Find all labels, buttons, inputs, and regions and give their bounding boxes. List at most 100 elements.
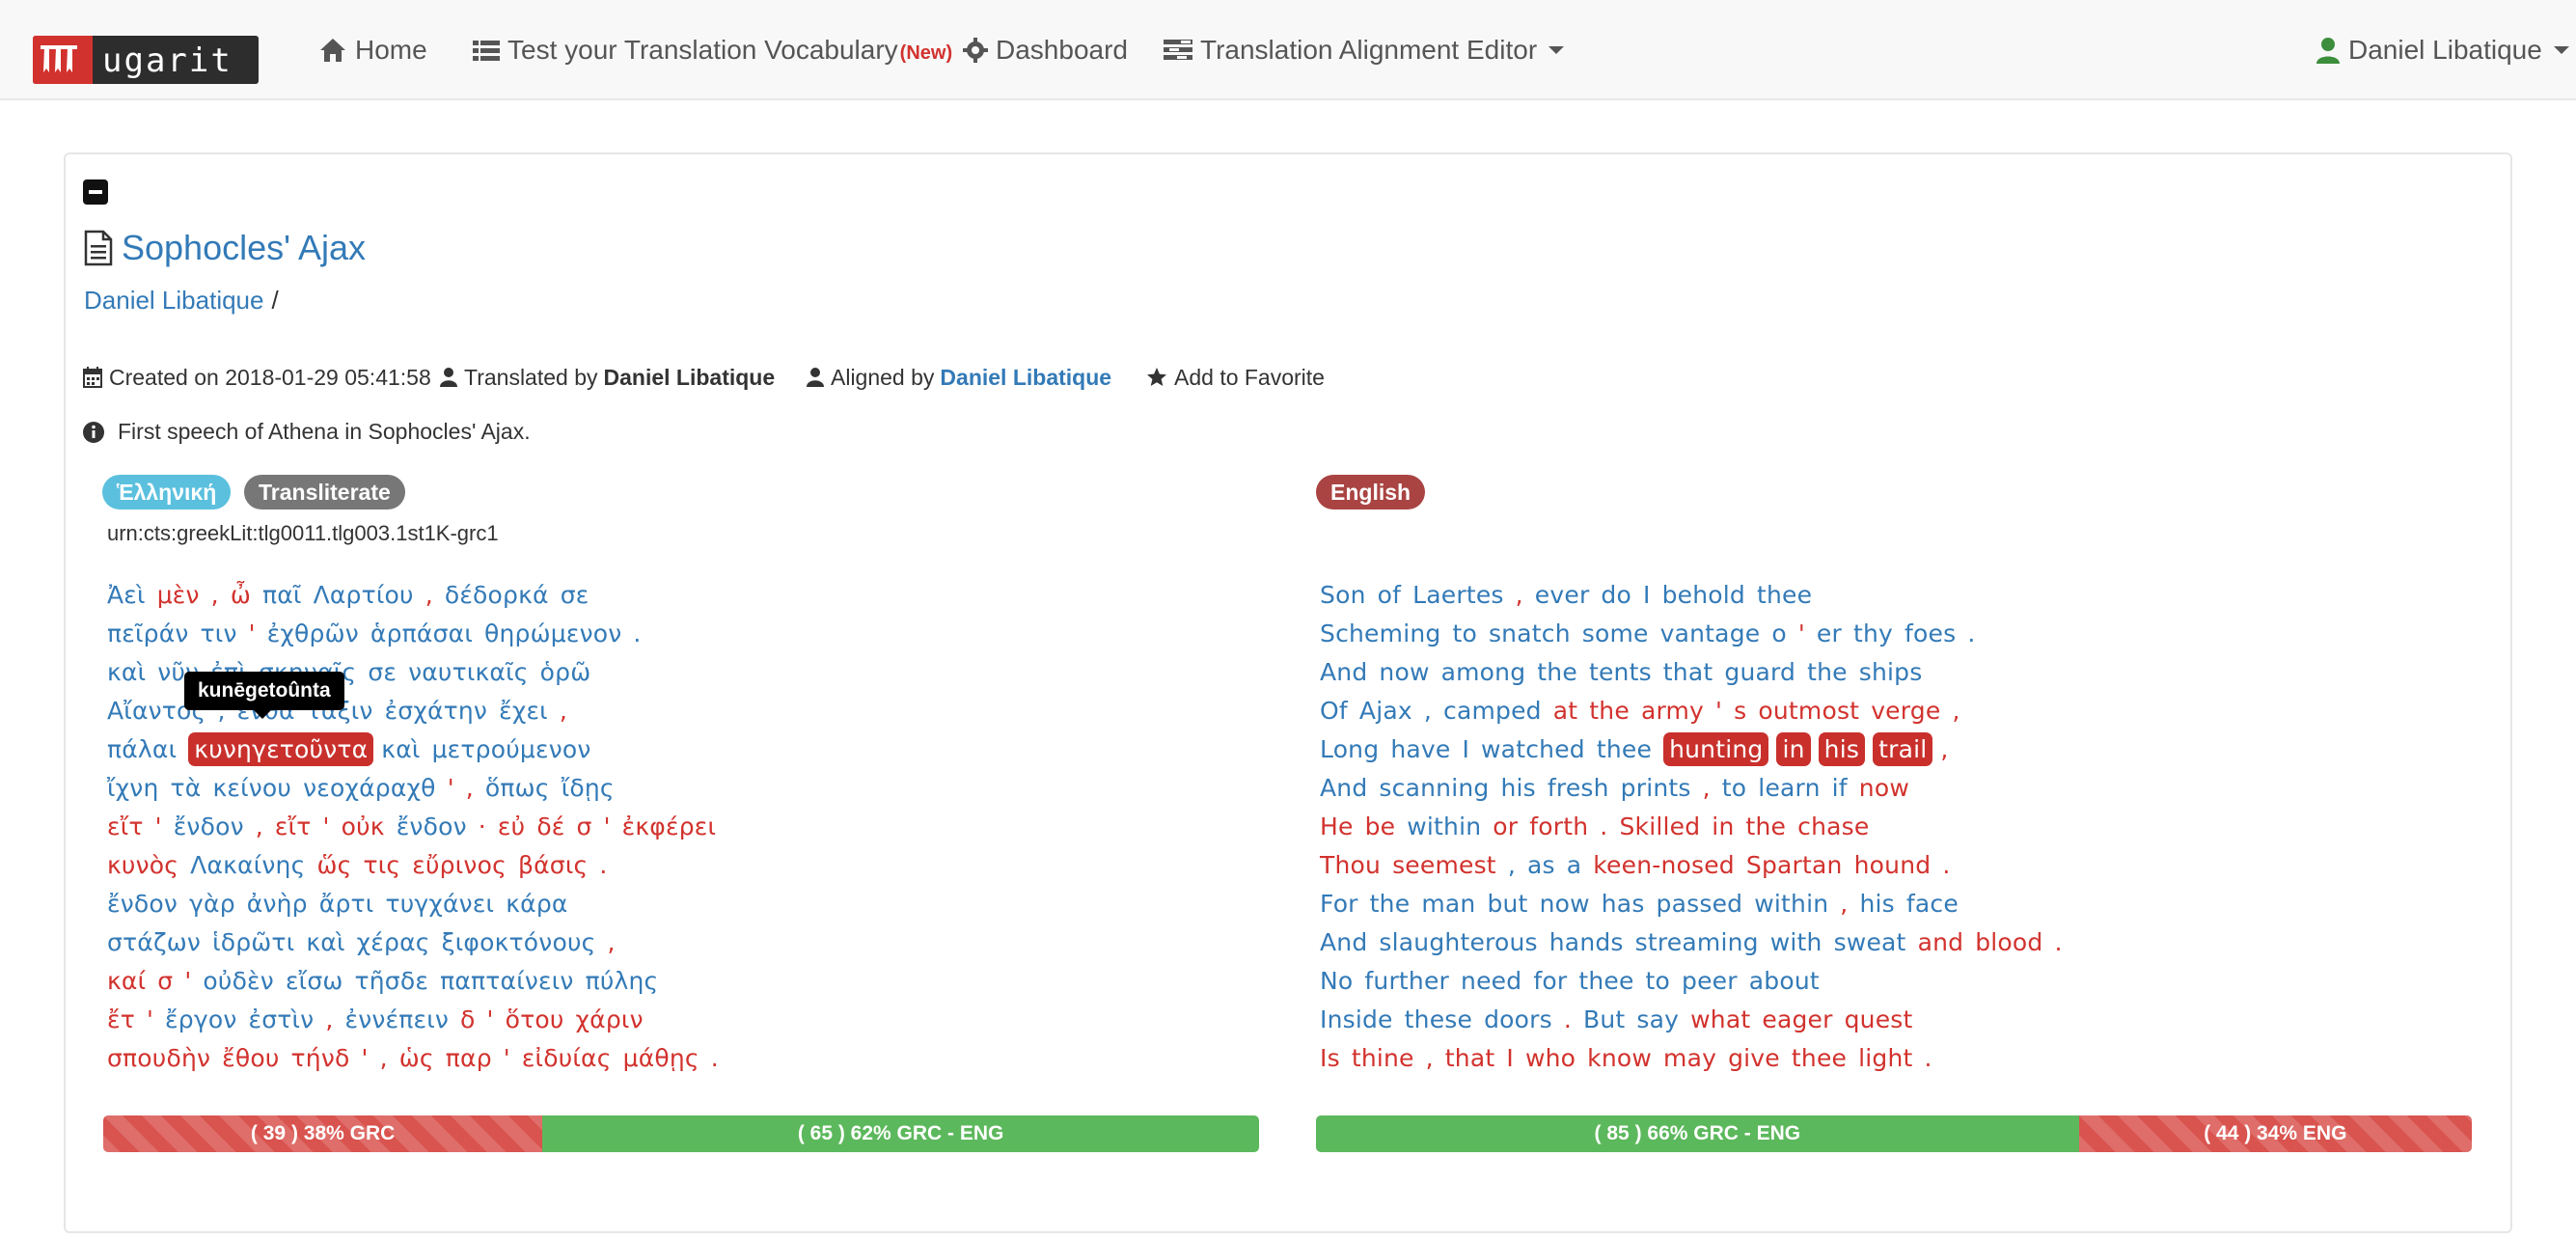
greek-token[interactable]: , bbox=[466, 773, 474, 803]
greek-token[interactable]: ' bbox=[249, 619, 256, 648]
ugarit-logo[interactable]: ugarit bbox=[33, 36, 259, 84]
greek-token[interactable]: εἴτ bbox=[275, 812, 312, 841]
english-token[interactable]: have bbox=[1390, 734, 1450, 764]
transliterate-toggle[interactable]: Transliterate bbox=[244, 475, 405, 509]
greek-token[interactable]: καὶ bbox=[306, 927, 344, 957]
aligner-name-link[interactable]: Daniel Libatique bbox=[940, 365, 1111, 391]
greek-token[interactable]: σπουδὴν bbox=[107, 1043, 210, 1073]
english-token[interactable]: man bbox=[1421, 889, 1475, 919]
greek-token[interactable]: κυνὸς bbox=[107, 850, 178, 880]
greek-token[interactable]: τήνδ bbox=[291, 1043, 350, 1073]
english-token[interactable]: who bbox=[1525, 1043, 1576, 1073]
english-token[interactable]: need bbox=[1461, 966, 1521, 996]
greek-token[interactable]: δέδορκά bbox=[445, 580, 549, 610]
english-token[interactable]: , bbox=[1840, 889, 1848, 919]
english-token[interactable]: give bbox=[1728, 1043, 1780, 1073]
english-token[interactable]: slaughterous bbox=[1379, 927, 1537, 957]
greek-token[interactable]: · bbox=[479, 812, 486, 841]
english-token[interactable]: For bbox=[1320, 889, 1358, 919]
english-token[interactable]: And bbox=[1320, 657, 1367, 687]
greek-token[interactable]: ὁρῶ bbox=[540, 657, 591, 687]
english-token[interactable]: outmost bbox=[1758, 696, 1859, 726]
english-token[interactable]: what bbox=[1690, 1005, 1750, 1034]
english-token[interactable]: er bbox=[1817, 619, 1842, 648]
english-token[interactable]: He bbox=[1320, 812, 1354, 841]
greek-token[interactable]: ὡς bbox=[399, 1043, 434, 1073]
greek-token[interactable]: τυγχάνει bbox=[385, 889, 494, 919]
greek-token[interactable]: , bbox=[325, 1005, 333, 1034]
greek-token[interactable]: εἴσω bbox=[286, 966, 343, 996]
english-token[interactable]: his bbox=[1500, 773, 1535, 803]
english-token[interactable]: to bbox=[1646, 966, 1671, 996]
greek-token[interactable]: ἐννέπειν bbox=[344, 1005, 449, 1034]
greek-token[interactable]: κυνηγετοῦντα bbox=[188, 731, 374, 766]
greek-token[interactable]: , bbox=[380, 1043, 388, 1073]
greek-token[interactable]: . bbox=[599, 850, 607, 880]
greek-token[interactable]: ἄρτι bbox=[319, 889, 374, 919]
greek-token[interactable]: θηρώμενον bbox=[484, 619, 621, 648]
greek-token[interactable]: , bbox=[560, 696, 567, 726]
english-token[interactable]: . bbox=[1564, 1005, 1572, 1034]
greek-token[interactable]: σ bbox=[577, 812, 592, 841]
english-token[interactable]: seemest bbox=[1392, 850, 1496, 880]
english-token[interactable]: doors bbox=[1484, 1005, 1552, 1034]
greek-token[interactable]: καὶ bbox=[107, 657, 146, 687]
english-token[interactable]: learn bbox=[1758, 773, 1820, 803]
english-token[interactable]: peer bbox=[1682, 966, 1738, 996]
greek-token[interactable]: σε bbox=[368, 657, 397, 687]
nav-alignment-editor-dropdown[interactable]: Translation Alignment Editor bbox=[1164, 31, 1565, 69]
collapse-panel-button[interactable] bbox=[83, 179, 108, 205]
english-token[interactable]: , bbox=[1940, 734, 1948, 764]
english-token[interactable]: behold bbox=[1662, 580, 1745, 610]
english-token[interactable]: , bbox=[1508, 850, 1516, 880]
greek-token[interactable]: παῖ bbox=[262, 580, 302, 610]
english-token[interactable]: trail bbox=[1873, 731, 1933, 766]
english-token[interactable]: as bbox=[1527, 850, 1555, 880]
greek-token[interactable]: εἰδυίας bbox=[522, 1043, 612, 1073]
greek-token[interactable]: ἔχει bbox=[499, 696, 548, 726]
english-token[interactable]: scanning bbox=[1379, 773, 1489, 803]
english-token[interactable]: chase bbox=[1797, 812, 1869, 841]
english-token[interactable]: light bbox=[1858, 1043, 1912, 1073]
greek-token[interactable]: ἔνδον bbox=[107, 889, 178, 919]
english-token[interactable]: in bbox=[1776, 731, 1811, 766]
english-token[interactable]: blood bbox=[1975, 927, 2042, 957]
english-token[interactable]: do bbox=[1601, 580, 1631, 610]
english-token[interactable]: , bbox=[1516, 580, 1523, 610]
greek-token[interactable]: , bbox=[211, 580, 219, 610]
english-token[interactable]: that bbox=[1445, 1043, 1495, 1073]
greek-token[interactable]: μάθῃς bbox=[623, 1043, 699, 1073]
greek-token[interactable]: σ bbox=[157, 966, 173, 996]
english-token[interactable]: that bbox=[1663, 657, 1713, 687]
english-token[interactable]: keen-nosed bbox=[1593, 850, 1735, 880]
english-token[interactable]: with bbox=[1770, 927, 1822, 957]
english-token[interactable]: the bbox=[1370, 889, 1411, 919]
english-token[interactable]: know bbox=[1587, 1043, 1652, 1073]
english-token[interactable]: and bbox=[1918, 927, 1964, 957]
greek-token[interactable]: ' bbox=[147, 1005, 153, 1034]
english-token[interactable]: Son bbox=[1320, 580, 1366, 610]
greek-token[interactable]: ἔθου bbox=[222, 1043, 279, 1073]
greek-token[interactable]: καί bbox=[107, 966, 146, 996]
greek-token[interactable]: , bbox=[256, 812, 263, 841]
english-token[interactable]: within bbox=[1754, 889, 1828, 919]
user-menu-dropdown[interactable]: Daniel Libatique bbox=[2316, 31, 2569, 69]
greek-token[interactable]: ξιφοκτόνους bbox=[442, 927, 596, 957]
greek-token[interactable]: ' bbox=[155, 812, 162, 841]
document-title-link[interactable]: Sophocles' Ajax bbox=[83, 228, 366, 268]
english-token[interactable]: s bbox=[1734, 696, 1746, 726]
greek-token[interactable]: στάζων bbox=[107, 927, 201, 957]
english-token[interactable]: . bbox=[1942, 850, 1950, 880]
english-token[interactable]: , bbox=[1426, 1043, 1434, 1073]
english-token[interactable]: Inside bbox=[1320, 1005, 1393, 1034]
english-token[interactable]: thine bbox=[1352, 1043, 1414, 1073]
english-token[interactable]: ever bbox=[1535, 580, 1590, 610]
english-token[interactable]: streaming bbox=[1635, 927, 1759, 957]
greek-token[interactable]: πύλης bbox=[586, 966, 659, 996]
english-token[interactable]: hands bbox=[1549, 927, 1624, 957]
greek-token[interactable]: ἁρπάσαι bbox=[370, 619, 473, 648]
english-token[interactable]: tents bbox=[1589, 657, 1652, 687]
greek-token[interactable]: . bbox=[711, 1043, 719, 1073]
greek-token[interactable]: μὲν bbox=[157, 580, 200, 610]
nav-dashboard[interactable]: Dashboard bbox=[963, 31, 1128, 69]
